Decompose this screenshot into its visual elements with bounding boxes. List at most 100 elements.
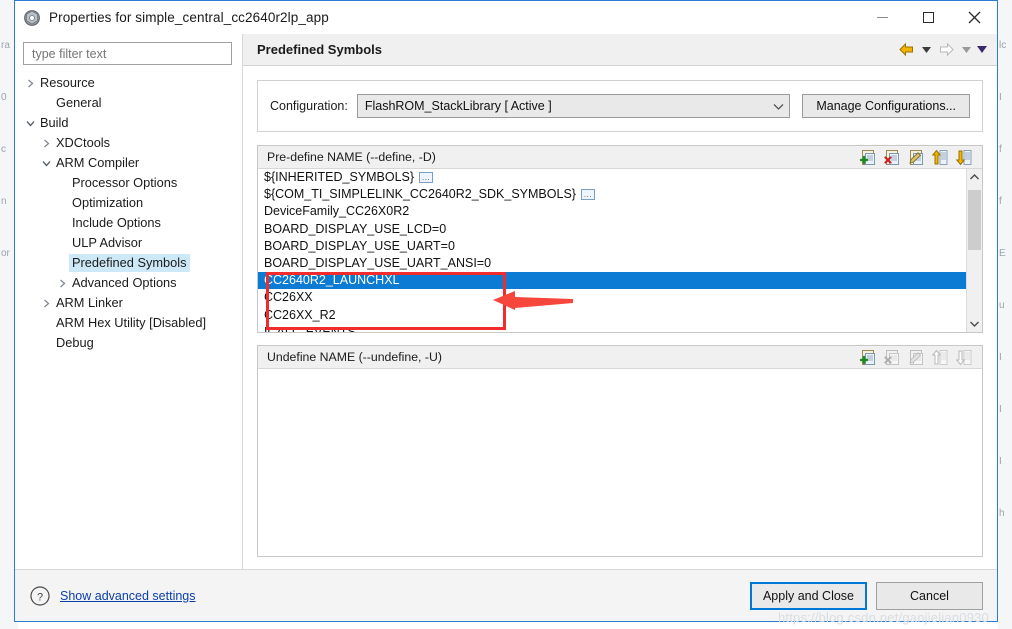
background-text-fragment: f <box>999 196 1002 207</box>
sidebar-item-ulp-advisor[interactable]: ULP Advisor <box>15 233 242 253</box>
show-advanced-settings-link[interactable]: Show advanced settings <box>60 589 196 603</box>
sidebar-item-build[interactable]: Build <box>15 113 242 133</box>
page-header: Predefined Symbols <box>243 34 997 66</box>
filter-input[interactable] <box>30 45 225 62</box>
svg-text:?: ? <box>37 591 43 603</box>
settings-tree: Resource General Build XDCtools ARM Compiler… <box>15 73 242 353</box>
sidebar-item-label: Debug <box>56 335 94 350</box>
predefine-scroll-track[interactable] <box>967 185 983 316</box>
sidebar-item-debug[interactable]: Debug <box>15 333 242 353</box>
sidebar-item-label: Processor Options <box>72 175 178 190</box>
move-up-undefine-button <box>930 348 950 367</box>
sidebar-item-include-options[interactable]: Include Options <box>15 213 242 233</box>
undefine-toolbar <box>858 348 978 367</box>
list-item[interactable]: BOARD_DISPLAY_USE_UART_ANSI=0 <box>258 255 982 272</box>
back-dropdown-icon[interactable] <box>919 39 933 61</box>
sidebar-item-label: ARM Compiler <box>56 155 140 170</box>
configuration-label: Configuration: <box>270 99 348 113</box>
list-item[interactable]: BOARD_DISPLAY_USE_LCD=0 <box>258 221 982 238</box>
variable-badge-icon: ... <box>419 172 434 184</box>
list-item[interactable]: CC26XX_R2 <box>258 307 982 324</box>
sidebar-item-resource[interactable]: Resource <box>15 73 242 93</box>
settings-page-pane: Predefined Symbols Configuration: FlashR… <box>243 34 997 569</box>
undefine-list[interactable] <box>258 369 982 556</box>
predefine-rows: ${INHERITED_SYMBOLS}... ${COM_TI_SIMPLELI… <box>258 169 982 332</box>
sidebar-item-label: Optimization <box>72 195 144 210</box>
sidebar-item-arm-compiler[interactable]: ARM Compiler <box>15 153 242 173</box>
add-undefine-button[interactable] <box>858 348 878 367</box>
background-text-fragment: I <box>999 92 1002 103</box>
undefine-header-label: Undefine NAME (--undefine, -U) <box>267 350 442 364</box>
sidebar-item-label: ARM Linker <box>56 295 123 310</box>
list-item[interactable]: BOARD_DISPLAY_USE_UART=0 <box>258 238 982 255</box>
move-down-button[interactable] <box>954 148 974 167</box>
predefine-scrollbar[interactable] <box>966 169 982 332</box>
list-item-label: DeviceFamily_CC26X0R2 <box>264 204 410 219</box>
apply-and-close-button[interactable]: Apply and Close <box>749 581 867 610</box>
back-arrow-icon[interactable] <box>895 39 917 61</box>
configuration-select[interactable]: FlashROM_StackLibrary [ Active ] <box>356 94 791 118</box>
sidebar-item-arm-linker[interactable]: ARM Linker <box>15 293 242 313</box>
list-item-label: BOARD_DISPLAY_USE_LCD=0 <box>264 221 447 236</box>
sidebar-item-processor-options[interactable]: Processor Options <box>15 173 242 193</box>
sidebar-item-predefined-symbols[interactable]: Predefined Symbols <box>15 253 242 273</box>
edit-symbol-button[interactable] <box>906 148 926 167</box>
sidebar-item-general[interactable]: General <box>15 93 242 113</box>
predefine-toolbar <box>858 148 978 167</box>
dialog-titlebar: Properties for simple_central_cc2640r2lp… <box>15 1 997 34</box>
filter-box[interactable] <box>23 42 232 65</box>
background-text-fragment: E <box>999 248 1006 259</box>
settings-tree-pane: Resource General Build XDCtools ARM Compiler… <box>15 34 243 569</box>
background-text-fragment: f <box>999 144 1002 155</box>
sidebar-item-arm-hex-utility-disabled[interactable]: ARM Hex Utility [Disabled] <box>15 313 242 333</box>
move-up-button[interactable] <box>930 148 950 167</box>
eclipse-properties-icon <box>23 9 41 27</box>
minimize-button[interactable] <box>859 1 905 34</box>
maximize-button[interactable] <box>905 1 951 34</box>
add-symbol-button[interactable] <box>858 148 878 167</box>
cancel-button[interactable]: Cancel <box>876 581 983 610</box>
list-item[interactable]: ${INHERITED_SYMBOLS}... <box>258 169 982 186</box>
background-text-fragment: I <box>999 456 1002 467</box>
page-title: Predefined Symbols <box>257 42 382 57</box>
list-item[interactable]: ${COM_TI_SIMPLELINK_CC2640R2_SDK_SYMBOLS… <box>258 186 982 203</box>
list-item-label: ${COM_TI_SIMPLELINK_CC2640R2_SDK_SYMBOLS… <box>264 187 576 202</box>
list-item-label: BOARD_DISPLAY_USE_UART=0 <box>264 238 455 253</box>
sidebar-item-xdctools[interactable]: XDCtools <box>15 133 242 153</box>
list-item[interactable]: ICALL_EVENTS <box>258 324 982 332</box>
chevron-down-icon[interactable] <box>23 119 37 128</box>
scroll-down-icon[interactable] <box>967 316 983 332</box>
background-text-fragment: lc <box>999 40 1007 51</box>
sidebar-item-label: Build <box>40 115 69 130</box>
list-item[interactable]: CC26XX <box>258 289 982 306</box>
list-item[interactable]: DeviceFamily_CC26X0R2 <box>258 203 982 220</box>
variable-badge-icon: ... <box>580 189 595 201</box>
undefine-header: Undefine NAME (--undefine, -U) <box>258 346 982 369</box>
sidebar-item-advanced-options[interactable]: Advanced Options <box>15 273 242 293</box>
list-item[interactable]: CC2640R2_LAUNCHXL <box>258 272 982 290</box>
dialog-footer: ? Show advanced settings Apply and Close… <box>15 569 997 625</box>
chevron-right-icon[interactable] <box>55 279 69 288</box>
sidebar-item-label: Resource <box>40 75 95 90</box>
view-menu-icon[interactable] <box>975 39 989 61</box>
predefine-scroll-thumb[interactable] <box>967 190 981 251</box>
list-item-label: CC26XX <box>264 290 313 305</box>
chevron-right-icon[interactable] <box>39 139 53 148</box>
move-down-undefine-button <box>954 348 974 367</box>
chevron-right-icon[interactable] <box>23 79 37 88</box>
sidebar-item-label: General <box>56 95 102 110</box>
sidebar-item-optimization[interactable]: Optimization <box>15 193 242 213</box>
delete-symbol-button[interactable] <box>882 148 902 167</box>
background-text-fragment: n <box>1 196 7 207</box>
predefine-list[interactable]: ${INHERITED_SYMBOLS}... ${COM_TI_SIMPLELI… <box>258 169 982 332</box>
close-button[interactable] <box>951 1 997 34</box>
sidebar-item-label: XDCtools <box>56 135 111 150</box>
manage-configurations-button[interactable]: Manage Configurations... <box>802 94 970 118</box>
sidebar-item-label: Predefined Symbols <box>69 254 190 272</box>
help-question-icon[interactable]: ? <box>29 585 51 607</box>
chevron-down-icon[interactable] <box>39 159 53 168</box>
chevron-right-icon[interactable] <box>39 299 53 308</box>
list-item-label: BOARD_DISPLAY_USE_UART_ANSI=0 <box>264 255 492 270</box>
window-controls <box>859 1 997 34</box>
scroll-up-icon[interactable] <box>967 169 983 185</box>
